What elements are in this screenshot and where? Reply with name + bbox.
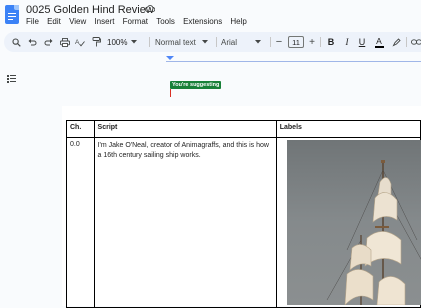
style-dropdown[interactable]: Normal text	[155, 32, 213, 52]
menu-help[interactable]: Help	[230, 17, 246, 26]
print-icon[interactable]	[59, 32, 71, 52]
menu-tools[interactable]: Tools	[156, 17, 175, 26]
increase-font-icon[interactable]: +	[307, 32, 317, 52]
highlight-icon[interactable]	[390, 32, 402, 52]
text-cursor	[170, 89, 172, 97]
script-cell[interactable]: I'm Jake O'Neal, creator of Animagraffs,…	[93, 137, 277, 308]
menu-insert[interactable]: Insert	[94, 17, 114, 26]
menu-bar: File Edit View Insert Format Tools Exten…	[26, 17, 255, 26]
chevron-down-icon	[255, 40, 262, 44]
document-title[interactable]: 0025 Golden Hind Review	[26, 4, 154, 16]
paint-format-icon[interactable]	[90, 32, 102, 52]
decrease-font-icon[interactable]: −	[274, 32, 284, 52]
undo-icon[interactable]	[26, 32, 38, 52]
menu-format[interactable]: Format	[123, 17, 148, 26]
menu-extensions[interactable]: Extensions	[183, 17, 222, 26]
underline-icon[interactable]: U	[356, 32, 368, 52]
ruler	[0, 54, 421, 66]
svg-text:A: A	[75, 39, 80, 46]
search-icon[interactable]	[10, 32, 22, 52]
link-icon[interactable]	[410, 32, 421, 52]
bold-icon[interactable]: B	[325, 32, 337, 52]
text-color-icon[interactable]: A	[373, 32, 385, 52]
toolbar-divider	[406, 37, 407, 47]
zoom-value: 100%	[107, 37, 128, 47]
indent-marker[interactable]	[166, 56, 174, 60]
toolbar: A 100% Normal text Arial − 11 + B I U A	[4, 32, 421, 52]
toolbar-divider	[270, 37, 271, 47]
document-outline-icon[interactable]	[7, 75, 16, 83]
title-bar: 0025 Golden Hind Review File Edit View I…	[0, 0, 421, 30]
style-value: Normal text	[155, 37, 196, 47]
ch-cell[interactable]: 0.0	[66, 137, 95, 308]
italic-icon[interactable]: I	[341, 32, 353, 52]
table-header-row: Ch. Script Labels	[66, 120, 421, 138]
sailing-ship-image[interactable]	[287, 140, 421, 305]
cloud-saved-icon[interactable]	[145, 5, 155, 12]
toolbar-divider	[149, 37, 150, 47]
menu-view[interactable]: View	[69, 17, 86, 26]
font-size-field[interactable]: 11	[287, 32, 305, 52]
ruler-track	[166, 61, 421, 62]
font-size-value: 11	[288, 36, 304, 48]
font-dropdown[interactable]: Arial	[221, 32, 267, 52]
spellcheck-icon[interactable]: A	[74, 32, 86, 52]
column-header-labels[interactable]: Labels	[275, 120, 421, 138]
column-header-ch[interactable]: Ch.	[66, 120, 95, 138]
toolbar-divider	[320, 37, 321, 47]
menu-file[interactable]: File	[26, 17, 39, 26]
zoom-dropdown[interactable]: 100%	[107, 32, 145, 52]
chevron-down-icon	[201, 40, 208, 44]
chevron-down-icon	[131, 40, 138, 44]
ship-illustration	[326, 160, 421, 305]
docs-logo-icon[interactable]	[5, 5, 19, 24]
suggesting-mode-badge: You're suggesting	[170, 81, 222, 89]
toolbar-divider	[216, 37, 217, 47]
redo-icon[interactable]	[42, 32, 54, 52]
font-value: Arial	[221, 37, 238, 47]
menu-edit[interactable]: Edit	[47, 17, 61, 26]
column-header-script[interactable]: Script	[93, 120, 277, 138]
